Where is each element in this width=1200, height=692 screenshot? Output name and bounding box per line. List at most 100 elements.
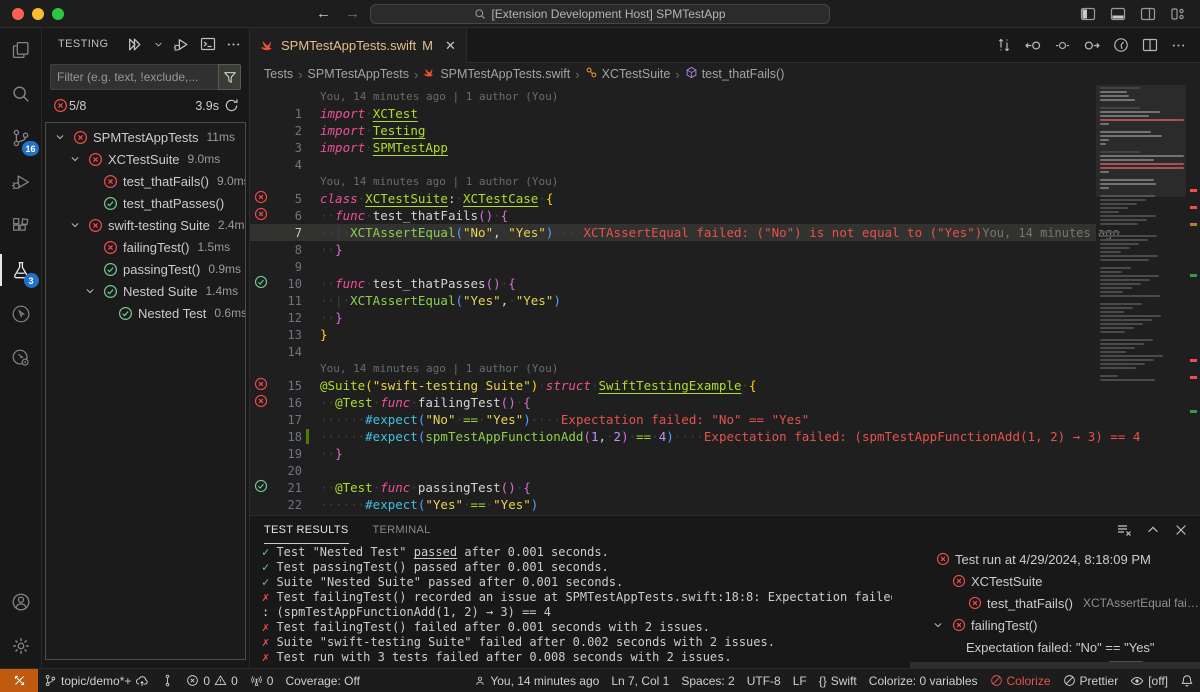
breadcrumb-item[interactable]: SPMTestAppTests xyxy=(308,67,409,81)
close-panel-icon[interactable] xyxy=(1174,523,1188,537)
test-console-icon[interactable] xyxy=(200,36,216,52)
code-line-19[interactable]: 19··} xyxy=(250,445,1096,462)
code-line-1[interactable]: 1import·XCTest xyxy=(250,105,1096,122)
branch-status[interactable]: topic/demo*+ xyxy=(38,669,155,692)
code-line-14[interactable]: 14 xyxy=(250,343,1096,360)
code-line-7[interactable]: 7··|·XCTAssertEqual("No",·"Yes")····XCTA… xyxy=(250,224,1096,241)
test-tree-item[interactable]: test_thatPasses() xyxy=(46,192,245,214)
change-dot-icon[interactable] xyxy=(1055,38,1070,53)
explorer-icon[interactable] xyxy=(0,28,42,72)
test-result-item[interactable]: Expectation failed: "No" == "Yes" xyxy=(910,636,1200,658)
colorize-variables-status[interactable]: Colorize: 0 variables xyxy=(863,669,984,692)
code-line-15[interactable]: 15@Suite("swift-testing Suite")·struct·S… xyxy=(250,377,1096,394)
minimap-slider[interactable] xyxy=(1096,85,1186,197)
code-line-12[interactable]: 12··} xyxy=(250,309,1096,326)
test-result-item[interactable]: failingTest() xyxy=(910,614,1200,636)
code-line-2[interactable]: 2import·Testing xyxy=(250,122,1096,139)
breadcrumb-item[interactable]: Tests xyxy=(264,67,293,81)
next-change-icon[interactable] xyxy=(1083,37,1100,54)
code-editor[interactable]: You, 14 minutes ago | 1 author (You)1imp… xyxy=(250,85,1200,515)
code-line-5[interactable]: 5class·XCTestSuite:·XCTestCase·{ xyxy=(250,190,1096,207)
indentation-status[interactable]: Spaces: 2 xyxy=(675,669,740,692)
run-all-tests-icon[interactable] xyxy=(127,36,144,53)
gutter-test-failed-icon[interactable] xyxy=(254,394,268,411)
gitlens-status[interactable] xyxy=(155,669,180,692)
code-line-13[interactable]: 13} xyxy=(250,326,1096,343)
customize-layout-icon[interactable] xyxy=(1170,6,1186,22)
test-result-item[interactable]: Test run at 4/29/2024, 8:18:09 PM xyxy=(910,548,1200,570)
screenreader-status[interactable]: [off] xyxy=(1124,669,1174,692)
breadcrumb-item[interactable]: SPMTestAppTests.swift xyxy=(423,66,570,82)
tab-spmtestapptests[interactable]: SPMTestAppTests.swift M ✕ xyxy=(250,28,467,63)
test-failed-icon[interactable] xyxy=(102,240,119,255)
debug-tests-icon[interactable] xyxy=(173,36,190,53)
run-tests-timer-icon[interactable] xyxy=(1113,37,1129,53)
close-tab-icon[interactable]: ✕ xyxy=(445,38,456,54)
notifications-bell[interactable] xyxy=(1174,669,1200,692)
minimap[interactable] xyxy=(1096,85,1186,515)
test-tree-item[interactable]: swift-testing Suite2.4ms xyxy=(46,214,245,236)
toggle-primary-sidebar-icon[interactable] xyxy=(1080,6,1096,22)
gutter-test-failed-icon[interactable] xyxy=(254,207,268,224)
code-line-17[interactable]: 17······#expect("No"·==·"Yes")····Expect… xyxy=(250,411,1096,428)
test-passed-icon[interactable] xyxy=(102,284,119,299)
code-line-22[interactable]: 22······#expect("Yes"·==·"Yes") xyxy=(250,496,1096,513)
code-line-16[interactable]: 16··@Test·func·failingTest()·{ xyxy=(250,394,1096,411)
test-failed-icon[interactable] xyxy=(102,174,119,189)
results-scrollbar[interactable] xyxy=(910,662,1200,668)
clear-results-icon[interactable] xyxy=(1116,522,1132,538)
code-line-4[interactable]: 4 xyxy=(250,156,1096,173)
open-changes-icon[interactable] xyxy=(996,37,1012,53)
code-line-18[interactable]: 18······#expect(spmTestAppFunctionAdd(1,… xyxy=(250,428,1096,445)
gutter-test-passed-icon[interactable] xyxy=(254,479,268,496)
test-tree-item[interactable]: Nested Test0.6ms xyxy=(46,302,245,324)
blame-status[interactable]: You, 14 minutes ago xyxy=(468,669,605,692)
collapse-panel-icon[interactable] xyxy=(1146,523,1160,537)
code-line-20[interactable]: 20 xyxy=(250,462,1096,479)
test-result-item[interactable]: test_thatFails()XCTAssertEqual failed: (… xyxy=(910,592,1200,614)
split-editor-icon[interactable] xyxy=(1142,37,1158,53)
test-tree-item[interactable]: test_thatFails()9.0ms xyxy=(46,170,245,192)
more-actions-icon[interactable] xyxy=(226,37,241,52)
problems-status[interactable]: 0 0 xyxy=(180,669,243,692)
code-line-11[interactable]: 11··|·XCTAssertEqual("Yes",·"Yes") xyxy=(250,292,1096,309)
go-forward-button[interactable]: → xyxy=(345,5,360,22)
previous-change-icon[interactable] xyxy=(1025,37,1042,54)
gutter-test-failed-icon[interactable] xyxy=(254,190,268,207)
minimize-window-button[interactable] xyxy=(32,8,44,20)
refresh-tests-icon[interactable] xyxy=(224,98,239,113)
tab-test-results[interactable]: TEST RESULTS xyxy=(264,516,349,544)
accounts-icon[interactable] xyxy=(0,580,42,624)
test-tree-item[interactable]: Nested Suite1.4ms xyxy=(46,280,245,302)
encoding-status[interactable]: UTF-8 xyxy=(741,669,787,692)
extensions-icon[interactable] xyxy=(0,204,42,248)
close-window-button[interactable] xyxy=(12,8,24,20)
code-line-8[interactable]: 8··} xyxy=(250,241,1096,258)
test-passed-icon[interactable] xyxy=(102,262,119,277)
filter-button[interactable] xyxy=(218,64,241,90)
editor-more-actions-icon[interactable] xyxy=(1171,38,1186,53)
gutter-test-failed-icon[interactable] xyxy=(254,377,268,394)
test-result-item[interactable]: XCTestSuite xyxy=(910,570,1200,592)
code-line-9[interactable]: 9 xyxy=(250,258,1096,275)
test-tree-item[interactable]: XCTestSuite9.0ms xyxy=(46,148,245,170)
command-center-search[interactable]: [Extension Development Host] SPMTestApp xyxy=(370,4,830,24)
cursor-position-status[interactable]: Ln 7, Col 1 xyxy=(605,669,675,692)
testing-view-icon[interactable]: 3 xyxy=(0,248,42,292)
test-tree-item[interactable]: passingTest()0.9ms xyxy=(46,258,245,280)
toggle-panel-icon[interactable] xyxy=(1110,6,1126,22)
test-failed-icon[interactable] xyxy=(87,152,104,167)
test-passed-icon[interactable] xyxy=(117,306,134,321)
language-mode-status[interactable]: {} Swift xyxy=(813,669,863,692)
remote-indicator[interactable] xyxy=(0,669,38,692)
breadcrumb-item[interactable]: test_thatFails() xyxy=(685,66,785,82)
test-failed-icon[interactable] xyxy=(72,130,89,145)
test-coverage-icon[interactable] xyxy=(0,336,42,380)
gutter-test-passed-icon[interactable] xyxy=(254,275,268,292)
source-control-icon[interactable]: 16 xyxy=(0,116,42,160)
ports-status[interactable]: 0 xyxy=(244,669,280,692)
breadcrumb-item[interactable]: XCTestSuite xyxy=(585,66,671,82)
go-back-button[interactable]: ← xyxy=(316,5,331,22)
search-view-icon[interactable] xyxy=(0,72,42,116)
maximize-window-button[interactable] xyxy=(52,8,64,20)
